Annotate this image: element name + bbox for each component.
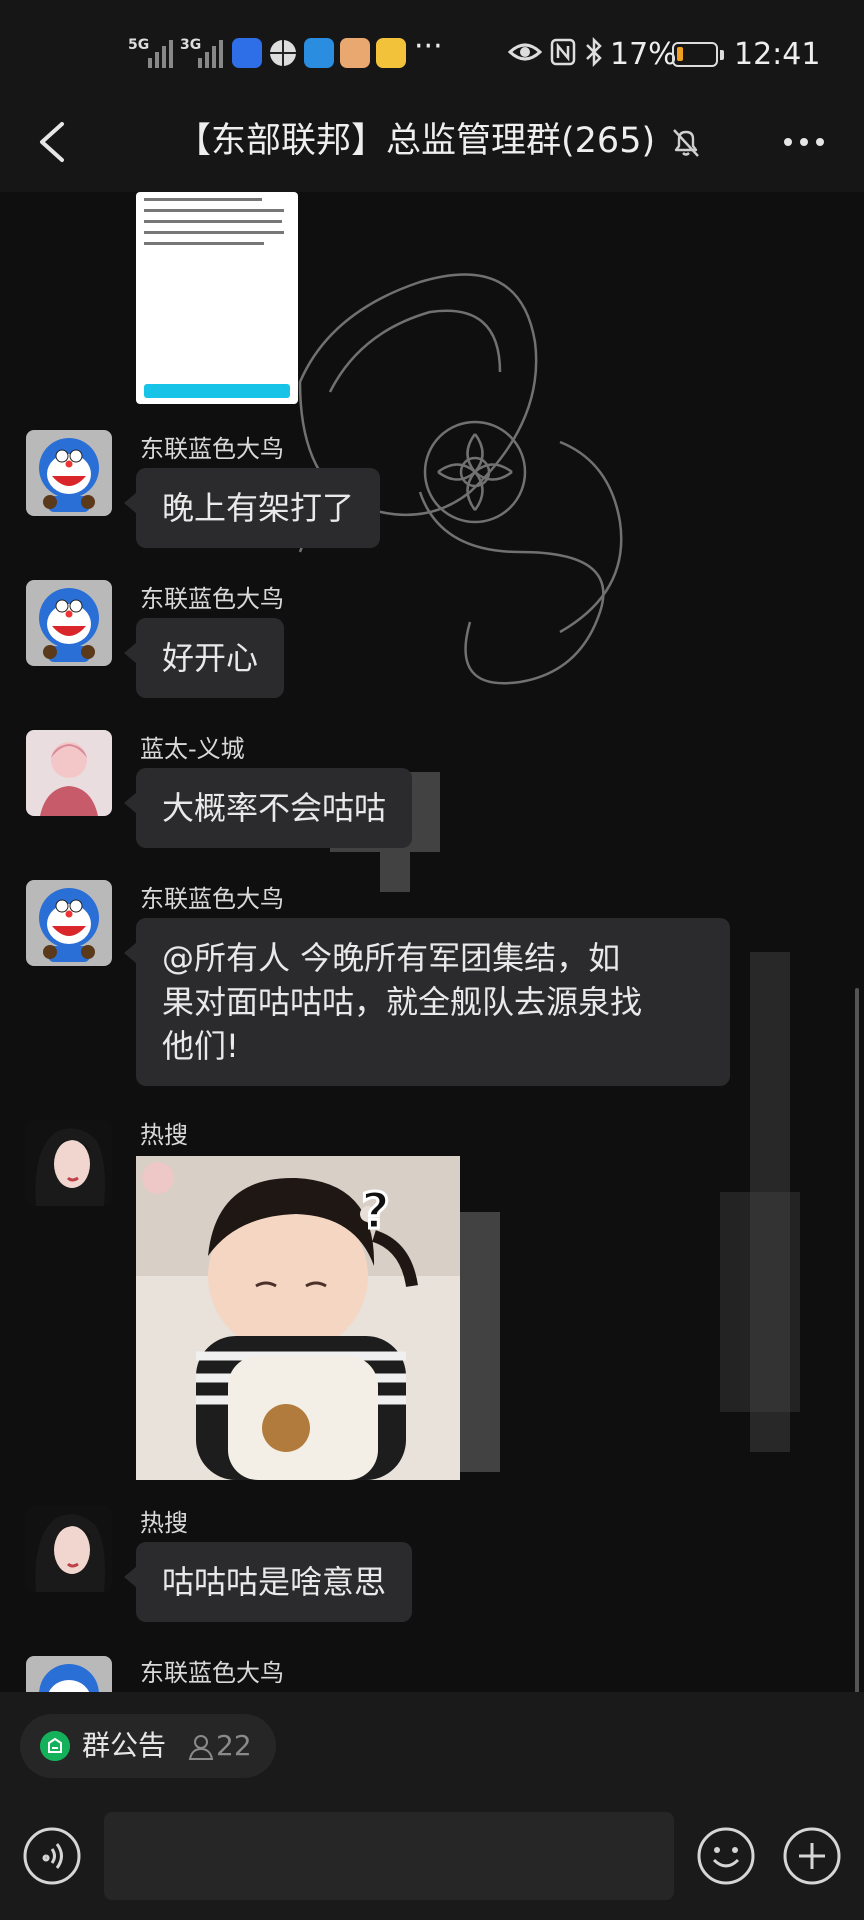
doc-text-line — [144, 220, 282, 223]
doraemon-avatar-image — [26, 1656, 112, 1692]
avatar-doraemon[interactable] — [26, 580, 112, 666]
message-sender-name: 东联蓝色大鸟 — [140, 1659, 284, 1687]
voice-icon[interactable] — [22, 1826, 82, 1886]
doraemon-avatar-image — [26, 580, 112, 666]
back-arrow-icon[interactable] — [22, 112, 82, 172]
status-bar: 5G 3G ··· 17% 12:41 — [0, 0, 864, 92]
group-title: 【东部联邦】总监管理群(265) — [176, 121, 656, 161]
message-bubble-long[interactable]: @所有人 今晚所有军团集结，如 果对面咕咕咕，就全舰队去源泉找 他们! — [124, 918, 730, 1086]
message-line: 他们! — [162, 1027, 239, 1065]
anime-girl-avatar-image — [26, 1120, 112, 1206]
anime-girl-avatar-image — [26, 1506, 112, 1592]
doraemon-avatar-image — [26, 430, 112, 516]
network-5g-indicator: 5G — [128, 37, 150, 53]
chat-message-list[interactable]: 东联蓝色大鸟 晚上有架打了 东联蓝色大鸟 好开心 蓝太-义城 大概率不会咕咕 东… — [0, 192, 864, 1692]
signal-bars-2-icon — [198, 40, 223, 68]
message-sender-name: 东联蓝色大鸟 — [140, 435, 284, 463]
message-sender-name: 热搜 — [140, 1121, 188, 1149]
plus-icon[interactable] — [782, 1826, 842, 1886]
message-sender-name: 热搜 — [140, 1509, 188, 1537]
battery-percent: 17% — [610, 37, 677, 72]
battery-level-fill — [677, 47, 683, 61]
avatar-anime-girl[interactable] — [26, 1506, 112, 1592]
more-dots-icon[interactable] — [776, 122, 836, 162]
browser-app-icon — [304, 38, 334, 68]
group-notice-chip[interactable]: 群公告 22 — [20, 1714, 276, 1778]
group-notice-label: 群公告 — [82, 1729, 167, 1762]
avatar-doraemon[interactable] — [26, 1656, 112, 1692]
member-count-icon — [188, 1735, 214, 1760]
bluetooth-icon — [586, 36, 602, 68]
battery-icon — [672, 42, 718, 67]
doc-confirm-button — [144, 384, 290, 398]
message-bubble[interactable]: 咕咕咕是啥意思 — [123, 1542, 413, 1622]
baby-photo-image[interactable]: ? — [136, 1156, 460, 1480]
chat-header: 【东部联邦】总监管理群(265) — [0, 92, 864, 192]
doc-text-line — [144, 231, 284, 234]
notice-icon — [40, 1731, 70, 1761]
message-sender-name: 东联蓝色大鸟 — [140, 885, 284, 913]
eye-icon — [508, 43, 542, 61]
notice-member-count: 22 — [216, 1729, 252, 1762]
shared-document-thumbnail[interactable] — [136, 192, 298, 404]
emoji-icon[interactable] — [696, 1826, 756, 1886]
message-text-input[interactable] — [104, 1812, 674, 1900]
notice-area: 群公告 22 — [0, 1692, 864, 1784]
avatar-anime-boy[interactable] — [26, 730, 112, 816]
svg-text:?: ? — [361, 1182, 390, 1240]
signal-bars-icon — [148, 40, 173, 68]
chat-scrollbar[interactable] — [855, 988, 859, 1692]
doc-text-line — [144, 242, 264, 245]
baby-photo-art: ? — [136, 1156, 460, 1480]
doraemon-avatar-image — [26, 880, 112, 966]
message-sender-name: 东联蓝色大鸟 — [140, 585, 284, 613]
avatar-doraemon[interactable] — [26, 880, 112, 966]
more-notifications-icon: ··· — [414, 29, 443, 64]
weibo-app-icon — [376, 38, 406, 68]
doc-text-line — [144, 209, 284, 212]
app-notification-icon — [232, 38, 262, 68]
message-bubble[interactable]: 大概率不会咕咕 — [123, 768, 413, 848]
clock: 12:41 — [734, 37, 821, 72]
message-sender-name: 蓝太-义城 — [140, 735, 245, 763]
message-line: @所有人 今晚所有军团集结，如 — [162, 939, 621, 977]
message-input-bar — [0, 1784, 864, 1920]
avatar-anime-girl[interactable] — [26, 1120, 112, 1206]
nfc-icon — [550, 38, 576, 66]
doc-text-line — [144, 198, 262, 201]
message-bubble[interactable]: 好开心 — [123, 618, 285, 698]
mute-bell-icon — [673, 129, 699, 157]
anime-boy-avatar-image — [26, 730, 112, 816]
battery-tip — [720, 50, 724, 60]
basketball-icon — [270, 40, 296, 66]
message-app-icon — [340, 38, 370, 68]
message-line: 果对面咕咕咕，就全舰队去源泉找 — [162, 983, 643, 1021]
message-bubble[interactable]: 晚上有架打了 — [123, 468, 381, 548]
avatar-doraemon[interactable] — [26, 430, 112, 516]
